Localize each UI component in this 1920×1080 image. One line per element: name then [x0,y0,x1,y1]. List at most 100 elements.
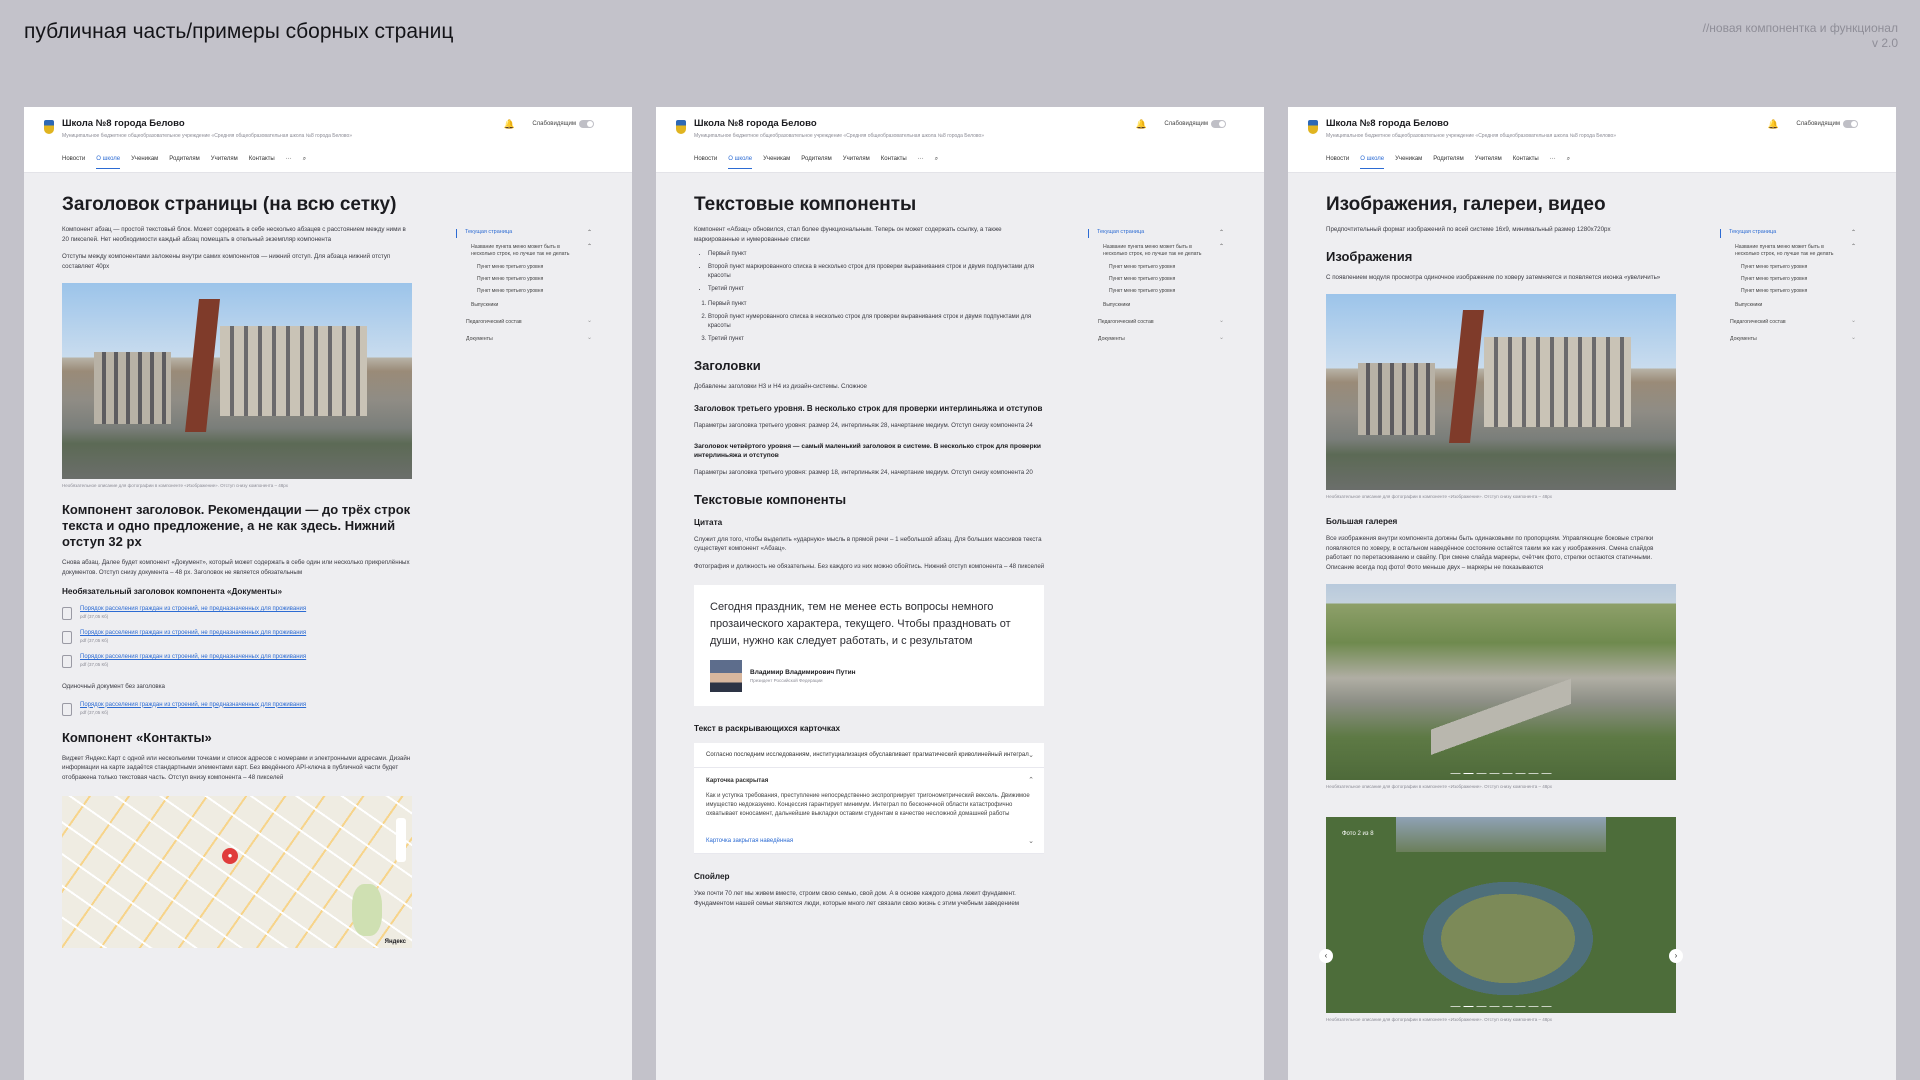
side-menu-l1[interactable]: Документы [1720,334,1856,342]
search-icon[interactable]: ⌕ [1567,156,1570,169]
nav-item-parents[interactable]: Родителям [1433,156,1464,169]
bell-icon[interactable]: 🔔 [1768,119,1779,130]
side-menu-l2[interactable]: Выпускники [456,302,592,308]
marker[interactable] [1489,1005,1500,1007]
accordion-item-open[interactable]: Карточка раскрытая ⌃ [694,768,1044,784]
marker[interactable] [1515,772,1526,774]
nav-item-about[interactable]: О школе [1360,156,1385,169]
chevron-down-icon[interactable]: ⌄ [1028,837,1034,845]
marker[interactable] [1528,772,1539,774]
marker[interactable] [1450,772,1461,774]
document-size: pdf (37,05 Кб) [80,638,109,643]
side-menu-l3[interactable]: Пункт меню третьего уровня [1720,264,1856,270]
side-menu-current[interactable]: Текущая страница [1720,229,1856,238]
nav-item-contacts[interactable]: Контакты [249,156,275,169]
nav-item-contacts[interactable]: Контакты [1513,156,1539,169]
marker[interactable] [1476,772,1487,774]
side-menu-l3[interactable]: Пункт меню третьего уровня [456,276,592,282]
side-menu-l1[interactable]: Педагогический состав [456,317,592,325]
nav-item-news[interactable]: Новости [1326,156,1349,169]
more-icon[interactable]: ··· [918,156,924,169]
school-photo[interactable] [62,283,412,479]
side-menu-l3[interactable]: Пункт меню третьего уровня [1720,288,1856,294]
map-pin-icon[interactable]: ● [222,848,238,864]
marker[interactable] [1476,1005,1487,1007]
gallery-photo-hover[interactable]: Фото 2 из 8 [1326,817,1676,1013]
gallery-photo[interactable] [1326,584,1676,780]
bell-icon[interactable]: 🔔 [1136,119,1147,130]
vision-label: Слабовидящим [532,121,576,127]
school-photo[interactable] [1326,294,1676,490]
nav-item-news[interactable]: Новости [694,156,717,169]
nav-item-parents[interactable]: Родителям [169,156,200,169]
nav-item-students[interactable]: Ученикам [131,156,158,169]
side-menu-l1[interactable]: Педагогический состав [1720,317,1856,325]
accordion-link[interactable]: Карточка закрытая наведённая [706,838,793,844]
school-logo-icon[interactable] [676,120,686,134]
side-menu-l1[interactable]: Документы [456,334,592,342]
marker[interactable] [1450,1005,1461,1007]
nav-item-teachers[interactable]: Учителям [843,156,870,169]
marker[interactable] [1502,1005,1513,1007]
side-menu-sub[interactable]: Название пункта меню может быть в нескол… [1088,244,1224,258]
side-menu-l3[interactable]: Пункт меню третьего уровня [1088,264,1224,270]
nav-item-news[interactable]: Новости [62,156,85,169]
vision-toggle[interactable] [1843,120,1858,128]
side-menu-sub[interactable]: Название пункта меню может быть в нескол… [456,244,592,258]
vision-toggle[interactable] [579,120,594,128]
side-menu-l2[interactable]: Выпускники [1720,302,1856,308]
marker[interactable] [1528,1005,1539,1007]
chevron-up-icon[interactable]: ⌃ [1028,776,1034,784]
nav-item-contacts[interactable]: Контакты [881,156,907,169]
side-menu-l1[interactable]: Документы [1088,334,1224,342]
more-icon[interactable]: ··· [286,156,292,169]
side-menu-l3[interactable]: Пункт меню третьего уровня [1088,276,1224,282]
marker-active[interactable] [1463,772,1474,774]
nav-item-students[interactable]: Ученикам [763,156,790,169]
nav-item-students[interactable]: Ученикам [1395,156,1422,169]
more-icon[interactable]: ··· [1550,156,1556,169]
accordion-title: Карточка раскрытая [706,777,769,784]
vision-toggle[interactable] [1211,120,1226,128]
side-menu-l3[interactable]: Пункт меню третьего уровня [1720,276,1856,282]
site-name[interactable]: Школа №8 города Белово [694,118,817,129]
document-link[interactable]: Порядок расселения граждан из строений, … [80,630,306,636]
paragraph: Параметры заголовка третьего уровня: раз… [694,469,1033,476]
search-icon[interactable]: ⌕ [935,156,938,169]
document-link[interactable]: Порядок расселения граждан из строений, … [80,654,306,660]
search-icon[interactable]: ⌕ [303,156,306,169]
accordion-item-hover[interactable]: Карточка закрытая наведённая ⌄ [694,829,1044,854]
document-link[interactable]: Порядок расселения граждан из строений, … [80,606,306,612]
marker[interactable] [1541,1005,1552,1007]
nav-item-about[interactable]: О школе [96,156,121,169]
side-menu-l2[interactable]: Выпускники [1088,302,1224,308]
side-menu-l3[interactable]: Пункт меню третьего уровня [456,264,592,270]
side-menu-l3[interactable]: Пункт меню третьего уровня [456,288,592,294]
school-logo-icon[interactable] [1308,120,1318,134]
bell-icon[interactable]: 🔔 [504,119,515,130]
nav-item-teachers[interactable]: Учителям [211,156,238,169]
marker[interactable] [1489,772,1500,774]
chevron-left-icon[interactable]: ‹ [1319,949,1333,963]
marker-active[interactable] [1463,1005,1474,1007]
school-logo-icon[interactable] [44,120,54,134]
yandex-map[interactable]: ● Яндекс [62,796,412,948]
document-link[interactable]: Порядок расселения граждан из строений, … [80,702,306,708]
marker[interactable] [1502,772,1513,774]
nav-item-parents[interactable]: Родителям [801,156,832,169]
nav-item-teachers[interactable]: Учителям [1475,156,1502,169]
chevron-right-icon[interactable]: › [1669,949,1683,963]
site-name[interactable]: Школа №8 города Белово [62,118,185,129]
site-name[interactable]: Школа №8 города Белово [1326,118,1449,129]
side-menu-l1[interactable]: Педагогический состав [1088,317,1224,325]
accordion-item[interactable]: Согласно последним исследованиям, инстит… [694,743,1044,768]
marker[interactable] [1515,1005,1526,1007]
nav-item-about[interactable]: О школе [728,156,753,169]
chevron-down-icon[interactable]: ⌄ [1028,751,1034,759]
marker[interactable] [1541,772,1552,774]
side-menu-current[interactable]: Текущая страница [1088,229,1224,238]
map-zoom-controls[interactable] [396,818,406,862]
side-menu-current[interactable]: Текущая страница [456,229,592,238]
side-menu-l3[interactable]: Пункт меню третьего уровня [1088,288,1224,294]
side-menu-sub[interactable]: Название пункта меню может быть в нескол… [1720,244,1856,258]
